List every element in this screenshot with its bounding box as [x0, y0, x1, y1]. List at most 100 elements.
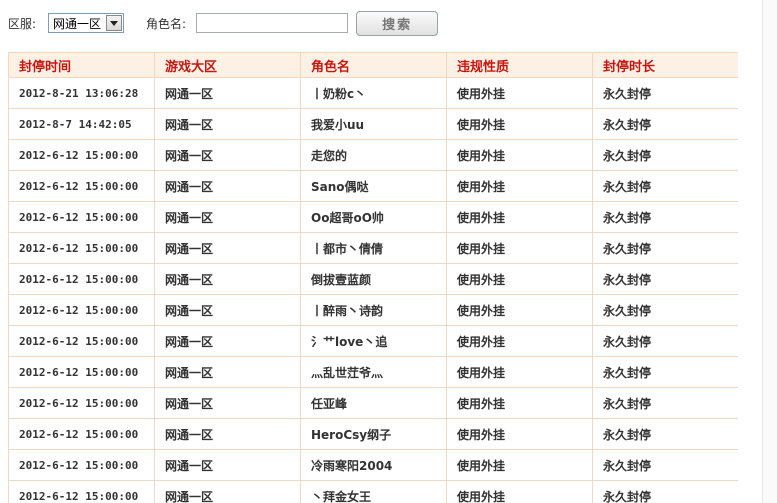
ban-time-cell: 2012-8-7 14:42:05 — [8, 108, 155, 140]
header-ban-time: 封停时间 — [8, 52, 155, 78]
ban-time-cell: 2012-6-12 15:00:00 — [8, 263, 155, 295]
ban-time-cell: 2012-6-12 15:00:00 — [8, 325, 155, 357]
duration-cell: 永久封停 — [592, 263, 738, 295]
region-cell: 网通一区 — [154, 387, 301, 419]
violation-cell: 使用外挂 — [446, 418, 593, 450]
violation-cell: 使用外挂 — [446, 387, 593, 419]
ban-table-container: 封停时间 游戏大区 角色名 违规性质 封停时长 2012-8-21 13:06:… — [8, 52, 738, 503]
server-select[interactable]: 网通一区 — [48, 13, 125, 33]
violation-cell: 使用外挂 — [446, 263, 593, 295]
table-row: 2012-6-12 15:00:00 网通一区 倒拔壹蓝颜 使用外挂 永久封停 — [8, 263, 738, 295]
violation-cell: 使用外挂 — [446, 449, 593, 481]
region-cell: 网通一区 — [154, 263, 301, 295]
region-cell: 网通一区 — [154, 232, 301, 264]
ban-time-cell: 2012-6-12 15:00:00 — [8, 480, 155, 503]
role-name-cell: 我爱小uu — [300, 108, 447, 140]
header-violation-type: 违规性质 — [446, 52, 593, 78]
duration-cell: 永久封停 — [592, 356, 738, 388]
role-name-cell: 冷雨寒阳2004 — [300, 449, 447, 481]
server-label: 区服: — [8, 16, 37, 31]
role-name-cell: 丨奶粉c丶 — [300, 77, 447, 109]
role-name-cell: 丶拜金女王 — [300, 480, 447, 503]
ban-time-cell: 2012-6-12 15:00:00 — [8, 294, 155, 326]
header-game-region: 游戏大区 — [154, 52, 301, 78]
duration-cell: 永久封停 — [592, 325, 738, 357]
ban-time-cell: 2012-6-12 15:00:00 — [8, 449, 155, 481]
violation-cell: 使用外挂 — [446, 232, 593, 264]
table-row: 2012-6-12 15:00:00 网通一区 灬乱世茳爷灬 使用外挂 永久封停 — [8, 356, 738, 388]
role-name-cell: 氵艹love丶追 — [300, 325, 447, 357]
table-row: 2012-6-12 15:00:00 网通一区 任亚峰 使用外挂 永久封停 — [8, 387, 738, 419]
region-cell: 网通一区 — [154, 418, 301, 450]
ban-table-body: 2012-8-21 13:06:28 网通一区 丨奶粉c丶 使用外挂 永久封停 … — [8, 77, 738, 503]
role-name-cell: 走您的 — [300, 139, 447, 171]
duration-cell: 永久封停 — [592, 77, 738, 109]
table-row: 2012-6-12 15:00:00 网通一区 丨醉雨丶诗韵 使用外挂 永久封停 — [8, 294, 738, 326]
violation-cell: 使用外挂 — [446, 201, 593, 233]
region-cell: 网通一区 — [154, 170, 301, 202]
ban-list-page: 区服: 网通一区 角色名: 搜索 封停时间 游戏大区 角色名 违规性质 封停时长… — [0, 0, 777, 503]
ban-time-cell: 2012-6-12 15:00:00 — [8, 170, 155, 202]
duration-cell: 永久封停 — [592, 201, 738, 233]
duration-cell: 永久封停 — [592, 294, 738, 326]
chevron-down-icon[interactable] — [106, 15, 123, 31]
ban-time-cell: 2012-6-12 15:00:00 — [8, 232, 155, 264]
role-name-cell: HeroCsy纲子 — [300, 418, 447, 450]
duration-cell: 永久封停 — [592, 480, 738, 503]
region-cell: 网通一区 — [154, 449, 301, 481]
region-cell: 网通一区 — [154, 201, 301, 233]
ban-time-cell: 2012-6-12 15:00:00 — [8, 356, 155, 388]
role-name-label: 角色名: — [146, 16, 187, 31]
table-row: 2012-6-12 15:00:00 网通一区 氵艹love丶追 使用外挂 永久… — [8, 325, 738, 357]
duration-cell: 永久封停 — [592, 108, 738, 140]
ban-time-cell: 2012-6-12 15:00:00 — [8, 139, 155, 171]
table-row: 2012-8-21 13:06:28 网通一区 丨奶粉c丶 使用外挂 永久封停 — [8, 77, 738, 109]
region-cell: 网通一区 — [154, 108, 301, 140]
duration-cell: 永久封停 — [592, 387, 738, 419]
violation-cell: 使用外挂 — [446, 77, 593, 109]
window-scrollbar[interactable] — [762, 0, 777, 503]
role-name-input[interactable] — [196, 13, 349, 33]
violation-cell: 使用外挂 — [446, 480, 593, 503]
table-row: 2012-6-12 15:00:00 网通一区 冷雨寒阳2004 使用外挂 永久… — [8, 449, 738, 481]
table-row: 2012-6-12 15:00:00 网通一区 丶拜金女王 使用外挂 永久封停 — [8, 480, 738, 503]
ban-time-cell: 2012-8-21 13:06:28 — [8, 77, 155, 109]
role-name-cell: Oo超哥oO帅 — [300, 201, 447, 233]
table-row: 2012-6-12 15:00:00 网通一区 HeroCsy纲子 使用外挂 永… — [8, 418, 738, 450]
role-name-cell: 倒拔壹蓝颜 — [300, 263, 447, 295]
duration-cell: 永久封停 — [592, 449, 738, 481]
region-cell: 网通一区 — [154, 294, 301, 326]
region-cell: 网通一区 — [154, 77, 301, 109]
ban-time-cell: 2012-6-12 15:00:00 — [8, 387, 155, 419]
table-header-row: 封停时间 游戏大区 角色名 违规性质 封停时长 — [8, 52, 738, 78]
region-cell: 网通一区 — [154, 480, 301, 503]
violation-cell: 使用外挂 — [446, 294, 593, 326]
region-cell: 网通一区 — [154, 325, 301, 357]
table-row: 2012-8-7 14:42:05 网通一区 我爱小uu 使用外挂 永久封停 — [8, 108, 738, 140]
violation-cell: 使用外挂 — [446, 139, 593, 171]
table-row: 2012-6-12 15:00:00 网通一区 丨都市丶倩倩 使用外挂 永久封停 — [8, 232, 738, 264]
duration-cell: 永久封停 — [592, 232, 738, 264]
header-role-name: 角色名 — [300, 52, 447, 78]
ban-time-cell: 2012-6-12 15:00:00 — [8, 418, 155, 450]
role-name-cell: Sano偶哒 — [300, 170, 447, 202]
duration-cell: 永久封停 — [592, 139, 738, 171]
search-button[interactable]: 搜索 — [356, 10, 439, 36]
role-name-cell: 灬乱世茳爷灬 — [300, 356, 447, 388]
duration-cell: 永久封停 — [592, 418, 738, 450]
server-select-value: 网通一区 — [53, 16, 102, 31]
ban-time-cell: 2012-6-12 15:00:00 — [8, 201, 155, 233]
table-row: 2012-6-12 15:00:00 网通一区 Sano偶哒 使用外挂 永久封停 — [8, 170, 738, 202]
violation-cell: 使用外挂 — [446, 108, 593, 140]
ban-table: 封停时间 游戏大区 角色名 违规性质 封停时长 2012-8-21 13:06:… — [8, 52, 738, 503]
header-ban-duration: 封停时长 — [592, 52, 738, 78]
violation-cell: 使用外挂 — [446, 325, 593, 357]
region-cell: 网通一区 — [154, 139, 301, 171]
violation-cell: 使用外挂 — [446, 356, 593, 388]
violation-cell: 使用外挂 — [446, 170, 593, 202]
role-name-cell: 丨醉雨丶诗韵 — [300, 294, 447, 326]
table-row: 2012-6-12 15:00:00 网通一区 Oo超哥oO帅 使用外挂 永久封… — [8, 201, 738, 233]
filter-bar: 区服: 网通一区 角色名: 搜索 — [8, 10, 439, 36]
duration-cell: 永久封停 — [592, 170, 738, 202]
region-cell: 网通一区 — [154, 356, 301, 388]
